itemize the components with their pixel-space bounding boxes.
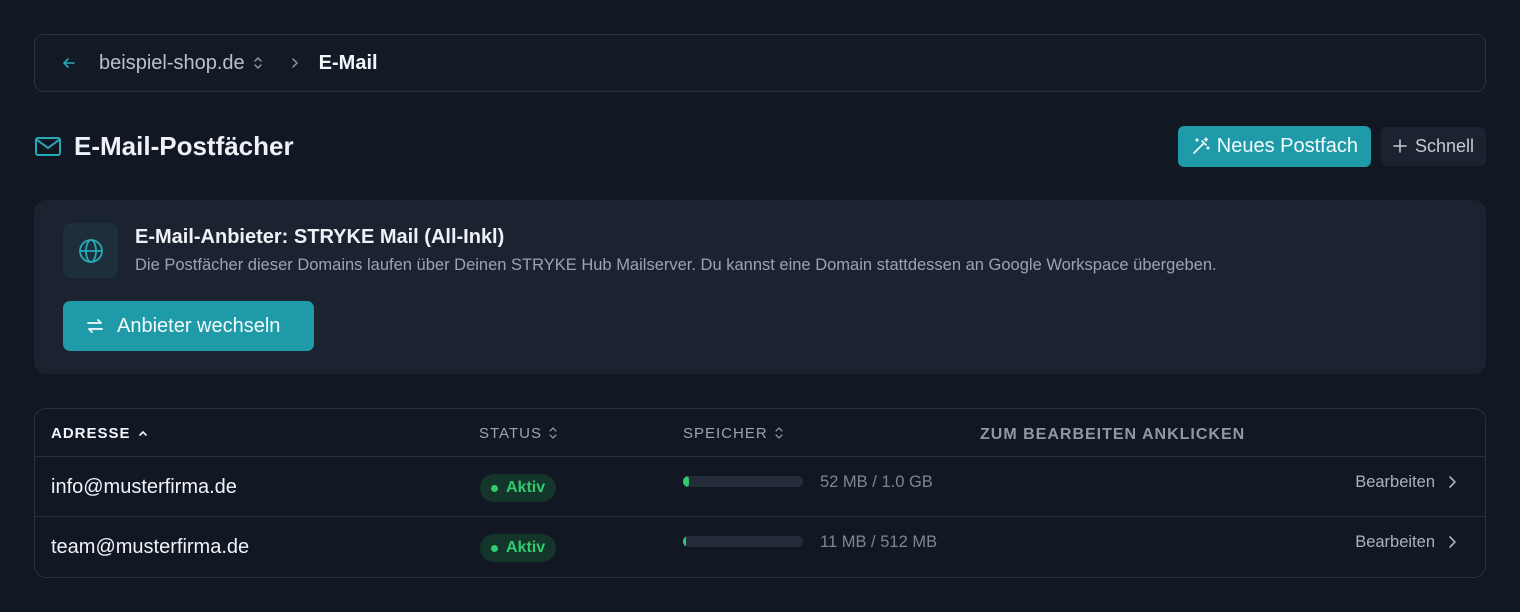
edit-label: Bearbeiten: [1355, 532, 1435, 551]
back-arrow-icon[interactable]: [59, 53, 79, 73]
chevron-right-icon: [289, 54, 307, 72]
table-row[interactable]: team@musterfirma.de Aktiv 11 MB / 512 MB…: [35, 517, 1485, 577]
storage-usage: 52 MB / 1.0 GB: [820, 472, 933, 491]
quick-add-button[interactable]: Schnell: [1380, 126, 1486, 166]
storage-progress-bar: [683, 536, 803, 547]
column-edit-hint: ZUM BEARBEITEN ANKLICKEN: [980, 426, 1246, 443]
chevron-right-icon: [1447, 535, 1459, 549]
page-header: E-Mail-Postfächer Neues Postfach Schnell: [34, 125, 1486, 167]
status-badge: Aktiv: [480, 474, 557, 502]
mailbox-table: ADRESSE STATUS SPEICHER ZUM BEARBEITEN A…: [34, 408, 1486, 578]
magic-wand-icon: [1191, 136, 1211, 156]
column-address[interactable]: ADRESSE: [51, 409, 149, 457]
new-mailbox-label: Neues Postfach: [1216, 134, 1358, 157]
new-mailbox-button[interactable]: Neues Postfach: [1177, 125, 1371, 167]
sort-updown-icon: [548, 426, 560, 440]
column-status-label: STATUS: [479, 424, 542, 442]
quick-add-label: Schnell: [1414, 135, 1474, 156]
table-row[interactable]: info@musterfirma.de Aktiv 52 MB / 1.0 GB…: [35, 457, 1485, 517]
column-address-label: ADRESSE: [51, 424, 131, 442]
status-dot: [491, 484, 498, 492]
switch-provider-button[interactable]: Anbieter wechseln: [63, 301, 314, 351]
column-status[interactable]: STATUS: [479, 409, 560, 457]
header-actions: Neues Postfach Schnell: [1177, 125, 1486, 167]
page-title: E-Mail-Postfächer: [74, 130, 294, 161]
sort-ascending-icon: [137, 426, 149, 440]
provider-title: E-Mail-Anbieter: STRYKE Mail (All-Inkl): [135, 226, 505, 248]
globe-icon: [63, 223, 118, 278]
edit-link[interactable]: Bearbeiten: [1355, 517, 1459, 567]
chevron-up-down-icon[interactable]: [251, 54, 269, 72]
switch-provider-label: Anbieter wechseln: [117, 314, 281, 337]
breadcrumb-current: E-Mail: [318, 51, 378, 74]
breadcrumb: beispiel-shop.de E-Mail: [34, 34, 1486, 92]
mailbox-address: info@musterfirma.de: [51, 475, 237, 498]
swap-arrows-icon: [85, 316, 105, 336]
edit-label: Bearbeiten: [1355, 472, 1435, 491]
storage-progress-bar: [683, 476, 803, 487]
column-storage[interactable]: SPEICHER: [683, 409, 786, 457]
mail-icon: [34, 132, 62, 160]
status-label: Aktiv: [506, 539, 546, 556]
status-dot: [491, 544, 498, 552]
chevron-right-icon: [1447, 475, 1459, 489]
status-badge: Aktiv: [480, 534, 557, 562]
plus-icon: [1393, 139, 1407, 153]
table-header: ADRESSE STATUS SPEICHER ZUM BEARBEITEN A…: [35, 409, 1485, 457]
storage-progress-fill: [683, 476, 689, 487]
mailbox-address: team@musterfirma.de: [51, 535, 250, 558]
edit-link[interactable]: Bearbeiten: [1355, 457, 1459, 507]
column-storage-label: SPEICHER: [683, 424, 768, 442]
sort-updown-icon: [774, 426, 786, 440]
provider-description: Die Postfächer dieser Domains laufen übe…: [135, 256, 1217, 274]
storage-usage: 11 MB / 512 MB: [820, 532, 938, 551]
storage-progress-fill: [683, 536, 686, 547]
status-label: Aktiv: [506, 479, 546, 496]
provider-card: E-Mail-Anbieter: STRYKE Mail (All-Inkl) …: [34, 200, 1486, 374]
breadcrumb-domain[interactable]: beispiel-shop.de: [99, 52, 245, 75]
